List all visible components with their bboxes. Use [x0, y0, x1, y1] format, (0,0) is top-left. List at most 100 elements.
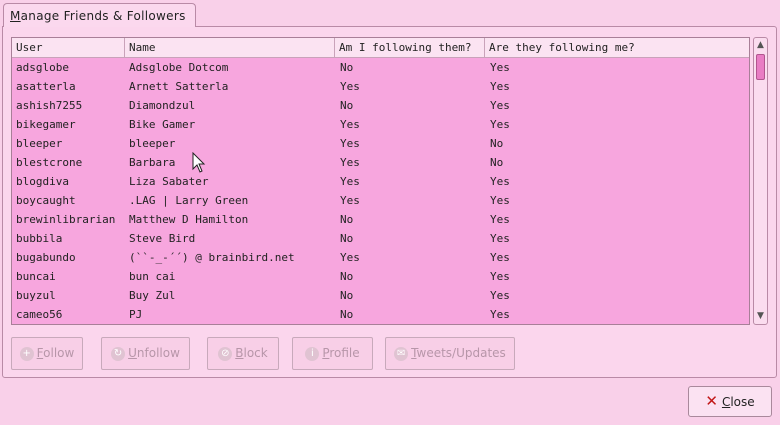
cell-name: .LAG | Larry Green	[129, 194, 249, 207]
cell-following-them: Yes	[340, 194, 360, 207]
cell-following-me: Yes	[490, 80, 510, 93]
cell-following-me: Yes	[490, 308, 510, 321]
list-rows: adsglobe Adsglobe Dotcom No Yes asatterla Arn…	[12, 58, 749, 324]
cell-following-them: No	[340, 61, 354, 74]
cell-following-them: No	[340, 232, 354, 245]
cell-name: (``-_-´´) @ brainbird.net	[129, 251, 295, 264]
cell-following-me: Yes	[490, 99, 510, 112]
cell-following-me: Yes	[490, 251, 510, 264]
table-row[interactable]: brewinlibrarian Matthew D Hamilton No Yes	[12, 210, 749, 229]
cell-following-me: Yes	[490, 175, 510, 188]
close-icon: ✕	[705, 392, 718, 410]
cell-name: bun cai	[129, 270, 176, 283]
table-row[interactable]: cameo56 PJ No Yes	[12, 305, 749, 324]
cell-user: ashish7255	[16, 99, 83, 112]
friends-list[interactable]: User Name Am I following them? Are they …	[11, 37, 750, 325]
table-row[interactable]: bubbila Steve Bird No Yes	[12, 229, 749, 248]
table-row[interactable]: asatterla Arnett Satterla Yes Yes	[12, 77, 749, 96]
cell-following-me: Yes	[490, 213, 510, 226]
cell-name: PJ	[129, 308, 143, 321]
cell-name: Buy Zul	[129, 289, 176, 302]
table-row[interactable]: buncai bun cai No Yes	[12, 267, 749, 286]
table-row[interactable]: ashish7255 Diamondzul No Yes	[12, 96, 749, 115]
cell-following-me: Yes	[490, 289, 510, 302]
scroll-down-icon[interactable]: ▼	[754, 310, 767, 323]
table-row[interactable]: buyzul Buy Zul No Yes	[12, 286, 749, 305]
profile-label: rofile	[329, 346, 360, 360]
cell-following-them: Yes	[340, 175, 360, 188]
cell-user: brewinlibrarian	[16, 213, 116, 226]
cell-following-me: Yes	[490, 232, 510, 245]
table-row[interactable]: blogdiva Liza Sabater Yes Yes	[12, 172, 749, 191]
cell-user: blogdiva	[16, 175, 69, 188]
cell-following-me: Yes	[490, 270, 510, 283]
cell-user: bleeper	[16, 137, 63, 150]
tab-manage-friends-followers[interactable]: Manage Friends & Followers	[3, 3, 196, 27]
tab-label: anage Friends & Followers	[20, 9, 186, 23]
table-row[interactable]: bleeper bleeper Yes No	[12, 134, 749, 153]
cell-user: boycaught	[16, 194, 76, 207]
close-label: lose	[730, 394, 755, 409]
cell-following-them: Yes	[340, 118, 360, 131]
cell-user: bugabundo	[16, 251, 76, 264]
column-header-following-me[interactable]: Are they following me?	[484, 38, 749, 57]
unfollow-button[interactable]: ↻ Unfollow	[101, 337, 190, 370]
cell-following-them: Yes	[340, 251, 360, 264]
cell-following-them: No	[340, 289, 354, 302]
table-row[interactable]: blestcrone Barbara Yes No	[12, 153, 749, 172]
column-header-user[interactable]: User	[12, 38, 124, 57]
cell-user: bikegamer	[16, 118, 76, 131]
cell-following-them: Yes	[340, 137, 360, 150]
cell-user: adsglobe	[16, 61, 69, 74]
cell-following-me: No	[490, 156, 504, 169]
cell-user: buyzul	[16, 289, 56, 302]
scroll-up-icon[interactable]: ▲	[754, 39, 767, 52]
column-header-name[interactable]: Name	[124, 38, 334, 57]
cell-name: Liza Sabater	[129, 175, 209, 188]
cell-name: Steve Bird	[129, 232, 196, 245]
follow-button[interactable]: + Follow	[11, 337, 83, 370]
profile-button[interactable]: i Profile	[292, 337, 373, 370]
cell-following-them: No	[340, 270, 354, 283]
table-row[interactable]: adsglobe Adsglobe Dotcom No Yes	[12, 58, 749, 77]
cell-following-them: Yes	[340, 156, 360, 169]
cell-name: Arnett Satterla	[129, 80, 229, 93]
cell-user: buncai	[16, 270, 56, 283]
tweets-updates-button[interactable]: ✉ Tweets/Updates	[385, 337, 515, 370]
column-header-following-them[interactable]: Am I following them?	[334, 38, 484, 57]
cell-name: Matthew D Hamilton	[129, 213, 249, 226]
plus-icon: +	[19, 346, 34, 361]
cell-following-them: No	[340, 99, 354, 112]
list-scrollbar[interactable]: ▲ ▼	[753, 37, 768, 325]
table-row[interactable]: bikegamer Bike Gamer Yes Yes	[12, 115, 749, 134]
block-icon: ⊘	[218, 346, 233, 361]
cell-user: bubbila	[16, 232, 63, 245]
cell-user: cameo56	[16, 308, 63, 321]
cell-following-them: No	[340, 308, 354, 321]
cell-following-them: Yes	[340, 80, 360, 93]
cell-name: bleeper	[129, 137, 176, 150]
block-mnemonic: B	[235, 346, 244, 360]
block-button[interactable]: ⊘ Block	[207, 337, 279, 370]
close-button[interactable]: ✕ Close	[688, 386, 772, 417]
cell-user: blestcrone	[16, 156, 83, 169]
table-row[interactable]: boycaught .LAG | Larry Green Yes Yes	[12, 191, 749, 210]
cell-name: Barbara	[129, 156, 176, 169]
cell-following-me: Yes	[490, 194, 510, 207]
tweets-icon: ✉	[394, 346, 409, 361]
cell-name: Diamondzul	[129, 99, 196, 112]
cell-following-me: No	[490, 137, 504, 150]
cell-name: Bike Gamer	[129, 118, 196, 131]
table-row[interactable]: bugabundo (``-_-´´) @ brainbird.net Yes Yes	[12, 248, 749, 267]
info-icon: i	[305, 346, 320, 361]
cell-following-me: Yes	[490, 118, 510, 131]
scrollbar-thumb[interactable]	[756, 54, 765, 80]
cell-following-them: No	[340, 213, 354, 226]
tab-mnemonic: M	[10, 9, 21, 23]
block-label: lock	[243, 346, 268, 360]
cell-name: Adsglobe Dotcom	[129, 61, 229, 74]
unfollow-label: nfollow	[136, 346, 180, 360]
mouse-cursor-icon	[192, 152, 206, 173]
refresh-icon: ↻	[111, 346, 126, 361]
tweets-label: weets/Updates	[416, 346, 506, 360]
